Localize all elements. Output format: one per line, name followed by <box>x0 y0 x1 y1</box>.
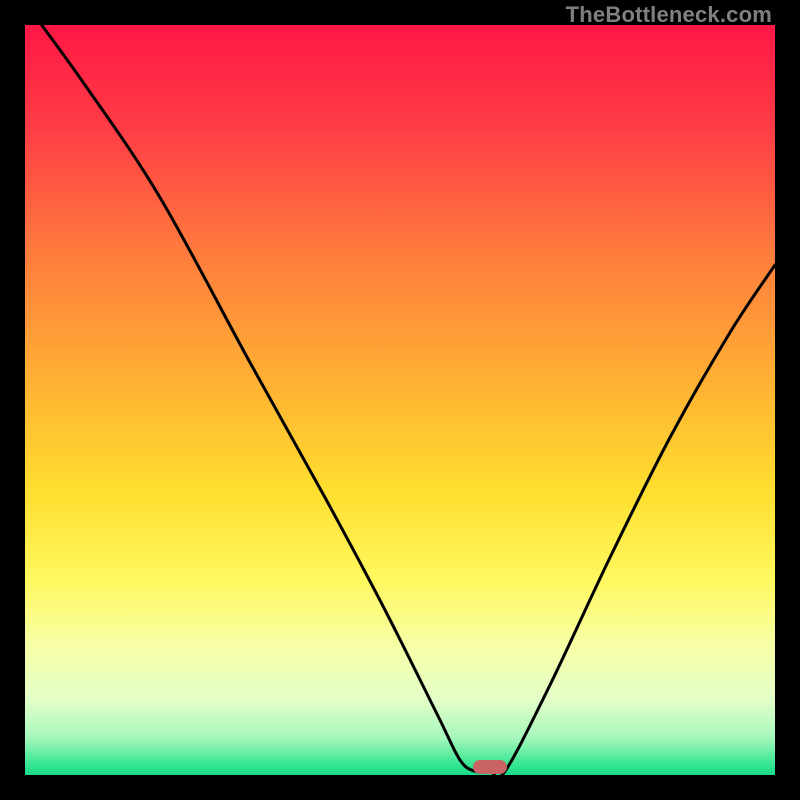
plot-area <box>25 25 775 775</box>
bottleneck-curve <box>25 25 775 775</box>
optimal-marker <box>473 760 507 774</box>
chart-frame: TheBottleneck.com <box>0 0 800 800</box>
watermark-label: TheBottleneck.com <box>566 2 772 28</box>
curve-layer <box>25 25 775 775</box>
